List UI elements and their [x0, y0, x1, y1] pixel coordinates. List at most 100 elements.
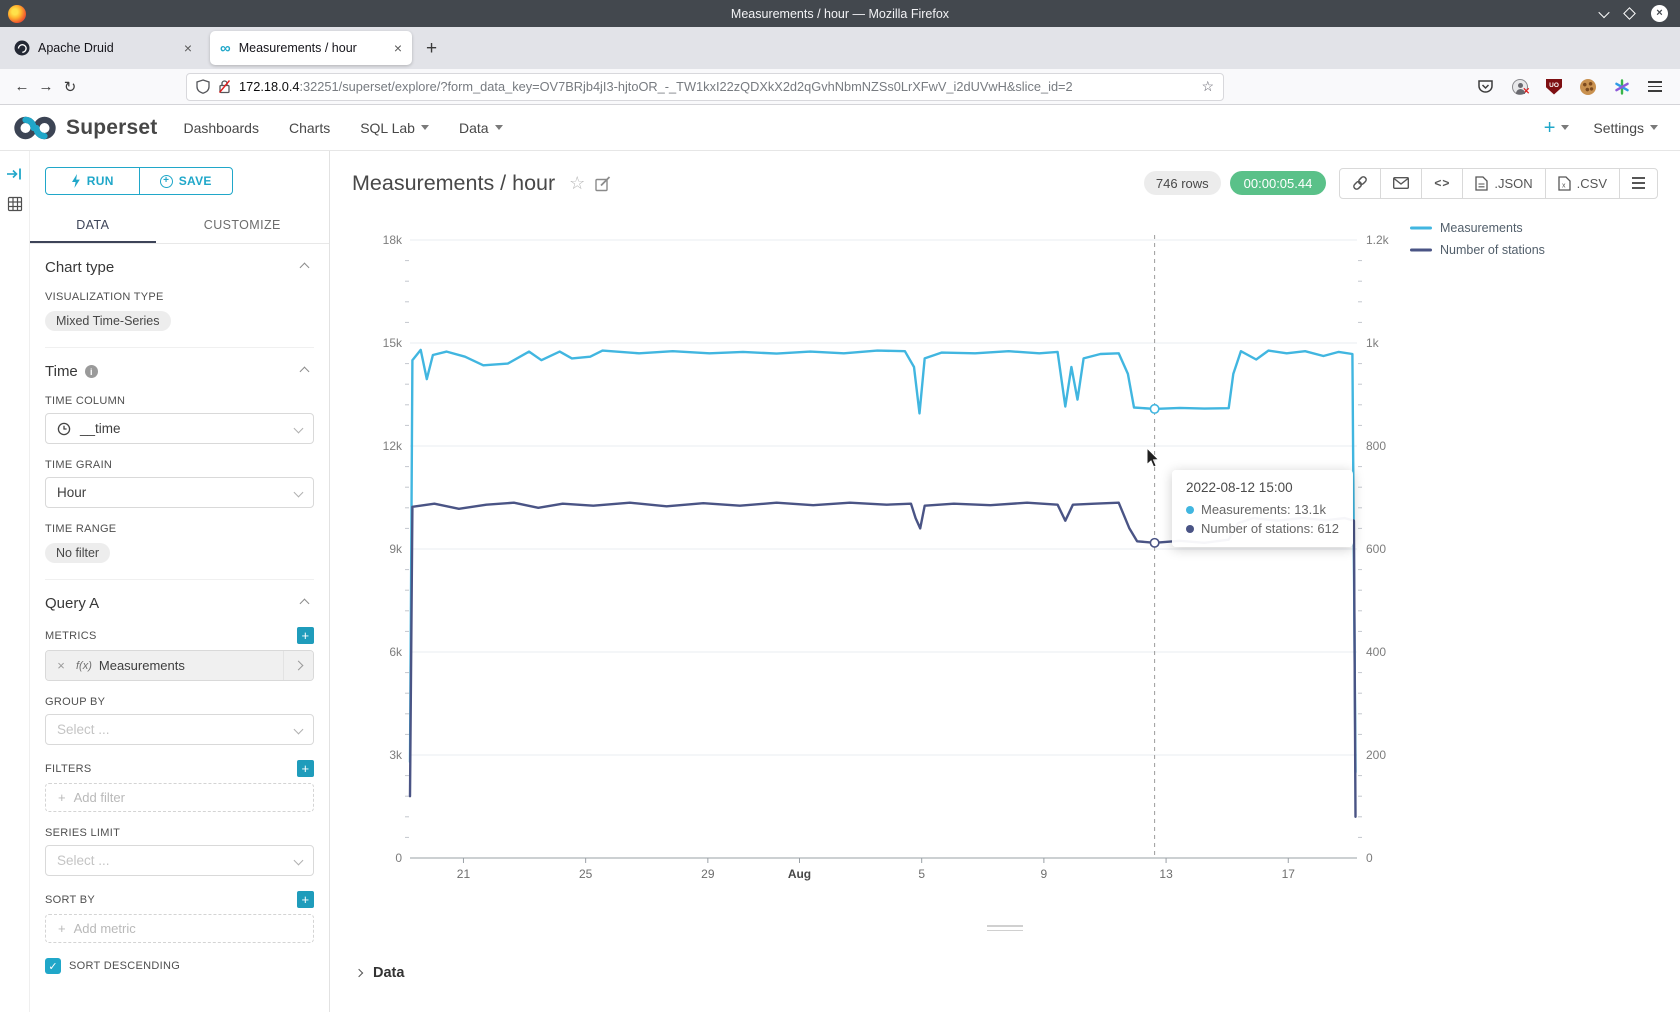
- time-range-label: TIME RANGE: [45, 523, 314, 535]
- remove-metric-icon[interactable]: ×: [46, 658, 76, 673]
- sort-by-label: SORT BY +: [45, 891, 314, 908]
- cookie-extension-icon[interactable]: [1580, 79, 1596, 95]
- y-axis-left-tick: 12k: [383, 439, 403, 453]
- tab-measurements-hour[interactable]: ∞ Measurements / hour ×: [210, 31, 412, 65]
- legend-label: Number of stations: [1440, 243, 1545, 257]
- firefox-window: Measurements / hour — Mozilla Firefox × …: [0, 0, 1680, 1012]
- chart-menu-button[interactable]: [1619, 169, 1657, 198]
- series-dot-measurements: [1186, 506, 1194, 514]
- reload-icon[interactable]: ↻: [58, 78, 82, 96]
- tracking-shield-icon[interactable]: [196, 79, 210, 94]
- sort-descending-checkbox[interactable]: ✓: [45, 958, 61, 974]
- tab-title: Measurements / hour: [239, 41, 386, 55]
- y-axis-left-tick: 3k: [389, 748, 403, 762]
- chevron-up-icon: [300, 367, 310, 377]
- window-minimize-icon[interactable]: [1598, 6, 1609, 17]
- tab-close-icon[interactable]: ×: [394, 41, 402, 55]
- extension-asterisk-icon[interactable]: [1614, 79, 1630, 95]
- panel-splitter[interactable]: [330, 915, 1680, 941]
- superset-logo[interactable]: Superset: [12, 113, 157, 143]
- drag-handle[interactable]: [987, 925, 1023, 931]
- add-metric-plus-button[interactable]: +: [297, 627, 314, 644]
- email-button[interactable]: [1380, 169, 1421, 198]
- chart-tooltip: 2022-08-12 15:00 Measurements: 13.1k Num…: [1172, 470, 1353, 547]
- expand-metric-icon[interactable]: [283, 651, 313, 680]
- plus-icon: +: [58, 790, 66, 805]
- x-axis-tick: 29: [701, 867, 715, 881]
- new-tab-button[interactable]: +: [426, 39, 437, 58]
- settings-menu[interactable]: Settings: [1593, 120, 1658, 136]
- window-close-icon[interactable]: ×: [1651, 5, 1668, 22]
- hamburger-icon: [1632, 177, 1645, 189]
- tab-close-icon[interactable]: ×: [184, 41, 192, 55]
- nav-item-data[interactable]: Data: [459, 120, 503, 136]
- row-count-badge: 746 rows: [1144, 171, 1221, 195]
- export-json-button[interactable]: .JSON: [1462, 169, 1544, 198]
- y-axis-right-tick: 200: [1366, 748, 1386, 762]
- time-column-select[interactable]: __time: [45, 413, 314, 444]
- time-grain-select[interactable]: Hour: [45, 477, 314, 508]
- chart-panel: Measurements / hour ☆ 746 rows 00:00:05.…: [330, 151, 1680, 1012]
- chart-canvas[interactable]: 18k1.2k15k1k12k8009k6006k4003k2000021252…: [330, 215, 1680, 915]
- hover-marker: [1150, 405, 1158, 413]
- run-button[interactable]: RUN: [46, 168, 139, 194]
- window-maximize-icon[interactable]: [1623, 7, 1636, 20]
- time-range-value[interactable]: No filter: [45, 543, 110, 563]
- pocket-icon[interactable]: [1477, 79, 1494, 95]
- x-axis-tick: 9: [1041, 867, 1048, 881]
- nav-item-charts[interactable]: Charts: [289, 120, 330, 136]
- add-filter-plus-button[interactable]: +: [297, 760, 314, 777]
- section-header[interactable]: Timei: [45, 363, 314, 380]
- tab-apache-druid[interactable]: Apache Druid ×: [4, 31, 202, 65]
- save-button[interactable]: + SAVE: [139, 168, 233, 194]
- nav-item-sql-lab[interactable]: SQL Lab: [360, 120, 429, 136]
- series-limit-select[interactable]: Select ...: [45, 845, 314, 876]
- left-icon-rail: [0, 151, 30, 1012]
- back-icon[interactable]: ←: [10, 78, 34, 95]
- bookmark-star-icon[interactable]: ☆: [1201, 78, 1214, 95]
- data-toggle[interactable]: Data: [356, 965, 1680, 981]
- metric-chip-measurements[interactable]: × f(x)Measurements: [46, 651, 313, 680]
- legend-swatch: [1410, 227, 1432, 230]
- chart-header: Measurements / hour ☆ 746 rows 00:00:05.…: [330, 151, 1680, 215]
- sort-descending-label: SORT DESCENDING: [69, 960, 180, 972]
- file-x-icon: x: [1558, 176, 1571, 191]
- section-header[interactable]: Query A: [45, 595, 314, 612]
- new-item-button[interactable]: +: [1544, 118, 1570, 138]
- insecure-lock-icon[interactable]: [218, 79, 231, 94]
- viz-type-value[interactable]: Mixed Time-Series: [45, 311, 171, 331]
- url-bar[interactable]: 172.18.0.4:32251/superset/explore/?form_…: [186, 73, 1224, 101]
- clock-icon: [57, 422, 71, 436]
- y-axis-right-tick: 0: [1366, 851, 1373, 865]
- add-sort-metric-box[interactable]: +Add metric: [45, 914, 314, 943]
- edit-properties-icon[interactable]: [595, 175, 612, 192]
- proxy-extension-icon[interactable]: ✕: [1512, 79, 1528, 95]
- tab-customize[interactable]: CUSTOMIZE: [156, 211, 329, 243]
- mouse-cursor: [1146, 447, 1162, 469]
- add-filter-box[interactable]: +Add filter: [45, 783, 314, 812]
- query-timer-badge: 00:00:05.44: [1230, 171, 1327, 195]
- copy-link-button[interactable]: [1340, 169, 1380, 198]
- add-sort-metric-plus-button[interactable]: +: [297, 891, 314, 908]
- dataset-grid-icon[interactable]: [7, 196, 23, 212]
- plus-icon: +: [58, 921, 66, 936]
- group-by-select[interactable]: Select ...: [45, 714, 314, 745]
- x-axis-tick: 5: [918, 867, 925, 881]
- forward-icon[interactable]: →: [34, 78, 58, 95]
- tab-data[interactable]: DATA: [30, 211, 156, 243]
- chart-title: Measurements / hour: [352, 171, 555, 196]
- chevron-down-icon: [1561, 125, 1569, 130]
- firefox-menu-icon[interactable]: [1648, 81, 1662, 92]
- group-by-label: GROUP BY: [45, 696, 314, 708]
- favorite-star-icon[interactable]: ☆: [569, 173, 585, 194]
- nav-item-dashboards[interactable]: Dashboards: [183, 120, 259, 136]
- collapse-panel-icon[interactable]: [6, 166, 23, 182]
- tab-strip: Apache Druid × ∞ Measurements / hour × +: [0, 27, 1680, 69]
- series-limit-label: SERIES LIMIT: [45, 827, 314, 839]
- ublock-extension-icon[interactable]: UO: [1546, 79, 1562, 95]
- export-csv-button[interactable]: x .CSV: [1545, 169, 1619, 198]
- window-title: Measurements / hour — Mozilla Firefox: [0, 7, 1680, 21]
- chevron-down-icon: [294, 424, 304, 434]
- section-header[interactable]: Chart type: [45, 259, 314, 276]
- embed-code-button[interactable]: <>: [1421, 169, 1462, 198]
